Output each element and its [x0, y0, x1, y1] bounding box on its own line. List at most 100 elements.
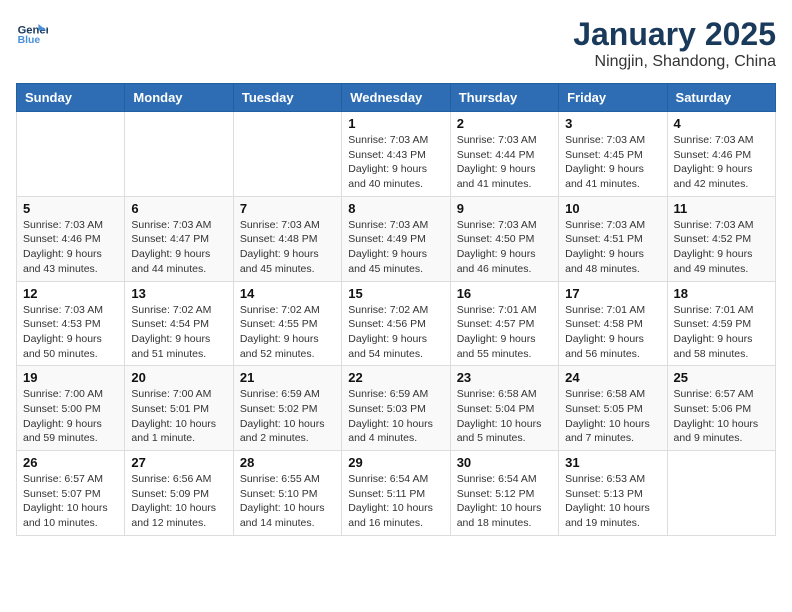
day-number: 13: [131, 286, 226, 301]
day-info: Sunrise: 7:03 AM Sunset: 4:52 PM Dayligh…: [674, 218, 769, 277]
calendar-cell: 18Sunrise: 7:01 AM Sunset: 4:59 PM Dayli…: [667, 281, 775, 366]
calendar-week-row: 12 Sunrise: 7:03 AM Sunset: 4:53 PM Dayli…: [17, 281, 776, 366]
day-number: 17: [565, 286, 660, 301]
day-number: 22: [348, 370, 443, 385]
day-info: Sunrise: 6:53 AM Sunset: 5:13 PM Dayligh…: [565, 472, 660, 531]
weekday-header: Saturday: [667, 84, 775, 112]
calendar-week-row: 5Sunrise: 7:03 AM Sunset: 4:46 PM Daylig…: [17, 196, 776, 281]
day-info: Sunrise: 7:02 AM Sunset: 4:56 PM Dayligh…: [348, 303, 443, 362]
weekday-header: Sunday: [17, 84, 125, 112]
day-number: 23: [457, 370, 552, 385]
day-info: Sunrise: 6:58 AM Sunset: 5:04 PM Dayligh…: [457, 387, 552, 446]
day-info: Sunrise: 7:01 AM Sunset: 4:58 PM Dayligh…: [565, 303, 660, 362]
day-number: 20: [131, 370, 226, 385]
calendar-cell: 12 Sunrise: 7:03 AM Sunset: 4:53 PM Dayli…: [17, 281, 125, 366]
calendar-cell: 20 Sunrise: 7:00 AM Sunset: 5:01 PM Dayli…: [125, 366, 233, 451]
svg-text:Blue: Blue: [18, 35, 41, 46]
calendar-cell: 3 Sunrise: 7:03 AM Sunset: 4:45 PM Daylig…: [559, 112, 667, 197]
weekday-header: Wednesday: [342, 84, 450, 112]
day-info: Sunrise: 7:03 AM Sunset: 4:51 PM Dayligh…: [565, 218, 660, 277]
calendar-cell: 2 Sunrise: 7:03 AM Sunset: 4:44 PM Daylig…: [450, 112, 558, 197]
day-number: 7: [240, 201, 335, 216]
calendar-cell: [125, 112, 233, 197]
calendar-week-row: 19 Sunrise: 7:00 AM Sunset: 5:00 PM Dayli…: [17, 366, 776, 451]
calendar-cell: 14 Sunrise: 7:02 AM Sunset: 4:55 PM Dayli…: [233, 281, 341, 366]
day-number: 26: [23, 455, 118, 470]
day-number: 9: [457, 201, 552, 216]
logo-icon: General Blue: [16, 16, 48, 48]
header: General Blue January 2025 Ningjin, Shand…: [16, 16, 776, 71]
calendar-cell: 31 Sunrise: 6:53 AM Sunset: 5:13 PM Dayli…: [559, 451, 667, 536]
day-info: Sunrise: 6:57 AM Sunset: 5:07 PM Dayligh…: [23, 472, 118, 531]
calendar-cell: 19 Sunrise: 7:00 AM Sunset: 5:00 PM Dayli…: [17, 366, 125, 451]
day-info: Sunrise: 7:03 AM Sunset: 4:48 PM Dayligh…: [240, 218, 335, 277]
day-number: 30: [457, 455, 552, 470]
weekday-header: Thursday: [450, 84, 558, 112]
calendar-cell: 30Sunrise: 6:54 AM Sunset: 5:12 PM Dayli…: [450, 451, 558, 536]
calendar-cell: 4Sunrise: 7:03 AM Sunset: 4:46 PM Daylig…: [667, 112, 775, 197]
calendar-cell: 21Sunrise: 6:59 AM Sunset: 5:02 PM Dayli…: [233, 366, 341, 451]
day-number: 14: [240, 286, 335, 301]
calendar-cell: 15 Sunrise: 7:02 AM Sunset: 4:56 PM Dayli…: [342, 281, 450, 366]
calendar-cell: 8Sunrise: 7:03 AM Sunset: 4:49 PM Daylig…: [342, 196, 450, 281]
day-info: Sunrise: 7:00 AM Sunset: 5:00 PM Dayligh…: [23, 387, 118, 446]
day-number: 27: [131, 455, 226, 470]
day-info: Sunrise: 7:03 AM Sunset: 4:43 PM Dayligh…: [348, 133, 443, 192]
calendar-cell: 7 Sunrise: 7:03 AM Sunset: 4:48 PM Daylig…: [233, 196, 341, 281]
calendar-cell: 1 Sunrise: 7:03 AM Sunset: 4:43 PM Daylig…: [342, 112, 450, 197]
location-title: Ningjin, Shandong, China: [573, 53, 776, 71]
weekday-header-row: SundayMondayTuesdayWednesdayThursdayFrid…: [17, 84, 776, 112]
day-number: 15: [348, 286, 443, 301]
calendar-cell: 13 Sunrise: 7:02 AM Sunset: 4:54 PM Dayli…: [125, 281, 233, 366]
weekday-header: Friday: [559, 84, 667, 112]
day-number: 29: [348, 455, 443, 470]
day-number: 28: [240, 455, 335, 470]
day-number: 11: [674, 201, 769, 216]
day-number: 16: [457, 286, 552, 301]
day-number: 10: [565, 201, 660, 216]
day-number: 3: [565, 116, 660, 131]
day-number: 6: [131, 201, 226, 216]
calendar-week-row: 26 Sunrise: 6:57 AM Sunset: 5:07 PM Dayli…: [17, 451, 776, 536]
day-info: Sunrise: 6:57 AM Sunset: 5:06 PM Dayligh…: [674, 387, 769, 446]
calendar-cell: 16 Sunrise: 7:01 AM Sunset: 4:57 PM Dayli…: [450, 281, 558, 366]
day-info: Sunrise: 7:03 AM Sunset: 4:46 PM Dayligh…: [674, 133, 769, 192]
day-info: Sunrise: 7:02 AM Sunset: 4:54 PM Dayligh…: [131, 303, 226, 362]
title-area: January 2025 Ningjin, Shandong, China: [573, 16, 776, 71]
calendar-cell: 26 Sunrise: 6:57 AM Sunset: 5:07 PM Dayli…: [17, 451, 125, 536]
weekday-header: Monday: [125, 84, 233, 112]
calendar-cell: 28Sunrise: 6:55 AM Sunset: 5:10 PM Dayli…: [233, 451, 341, 536]
weekday-header: Tuesday: [233, 84, 341, 112]
calendar-cell: 29Sunrise: 6:54 AM Sunset: 5:11 PM Dayli…: [342, 451, 450, 536]
day-number: 2: [457, 116, 552, 131]
day-info: Sunrise: 7:03 AM Sunset: 4:53 PM Dayligh…: [23, 303, 118, 362]
day-info: Sunrise: 7:00 AM Sunset: 5:01 PM Dayligh…: [131, 387, 226, 446]
day-number: 19: [23, 370, 118, 385]
day-number: 12: [23, 286, 118, 301]
day-number: 31: [565, 455, 660, 470]
calendar-cell: 10 Sunrise: 7:03 AM Sunset: 4:51 PM Dayli…: [559, 196, 667, 281]
calendar-cell: 27 Sunrise: 6:56 AM Sunset: 5:09 PM Dayli…: [125, 451, 233, 536]
calendar-cell: 17 Sunrise: 7:01 AM Sunset: 4:58 PM Dayli…: [559, 281, 667, 366]
day-info: Sunrise: 6:56 AM Sunset: 5:09 PM Dayligh…: [131, 472, 226, 531]
day-number: 24: [565, 370, 660, 385]
calendar-cell: 11 Sunrise: 7:03 AM Sunset: 4:52 PM Dayli…: [667, 196, 775, 281]
calendar-cell: 23 Sunrise: 6:58 AM Sunset: 5:04 PM Dayli…: [450, 366, 558, 451]
calendar-cell: 25 Sunrise: 6:57 AM Sunset: 5:06 PM Dayli…: [667, 366, 775, 451]
calendar: SundayMondayTuesdayWednesdayThursdayFrid…: [16, 83, 776, 536]
day-info: Sunrise: 7:03 AM Sunset: 4:44 PM Dayligh…: [457, 133, 552, 192]
day-info: Sunrise: 7:01 AM Sunset: 4:57 PM Dayligh…: [457, 303, 552, 362]
calendar-cell: 24 Sunrise: 6:58 AM Sunset: 5:05 PM Dayli…: [559, 366, 667, 451]
day-info: Sunrise: 7:03 AM Sunset: 4:47 PM Dayligh…: [131, 218, 226, 277]
day-number: 1: [348, 116, 443, 131]
day-info: Sunrise: 7:03 AM Sunset: 4:49 PM Dayligh…: [348, 218, 443, 277]
day-info: Sunrise: 7:02 AM Sunset: 4:55 PM Dayligh…: [240, 303, 335, 362]
day-info: Sunrise: 7:03 AM Sunset: 4:45 PM Dayligh…: [565, 133, 660, 192]
day-number: 21: [240, 370, 335, 385]
calendar-cell: [667, 451, 775, 536]
day-info: Sunrise: 7:01 AM Sunset: 4:59 PM Dayligh…: [674, 303, 769, 362]
day-number: 25: [674, 370, 769, 385]
day-info: Sunrise: 6:58 AM Sunset: 5:05 PM Dayligh…: [565, 387, 660, 446]
calendar-cell: 6 Sunrise: 7:03 AM Sunset: 4:47 PM Daylig…: [125, 196, 233, 281]
day-number: 5: [23, 201, 118, 216]
